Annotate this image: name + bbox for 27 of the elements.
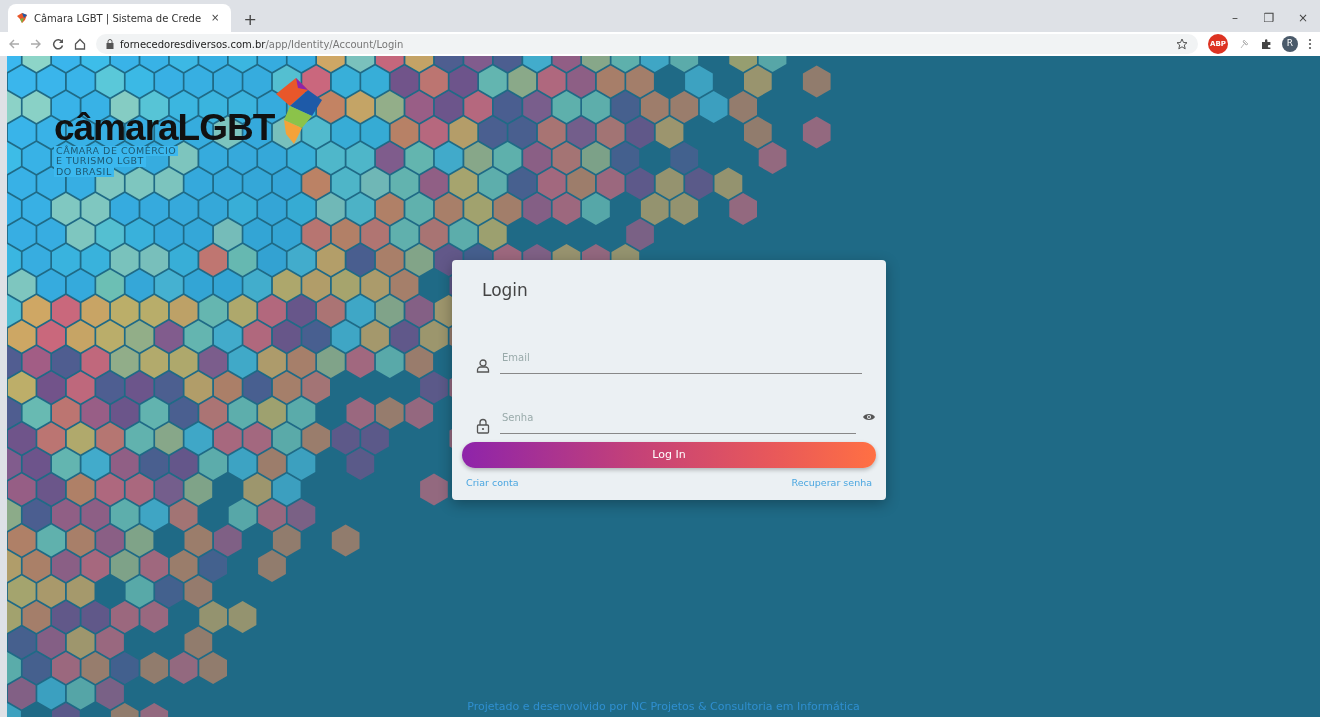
more-menu-icon[interactable]	[1308, 38, 1312, 50]
footer-credit: Projetado e desenvolvido por NC Projetos & Consultoria em Informática	[466, 698, 861, 715]
browser-tab[interactable]: Câmara LGBT | Sistema de Crede ×	[8, 4, 232, 32]
eye-icon[interactable]	[862, 412, 876, 423]
new-tab-button[interactable]: +	[239, 12, 261, 28]
tab-title: Câmara LGBT | Sistema de Crede	[34, 11, 202, 26]
email-field[interactable]: Email	[500, 346, 862, 375]
home-icon[interactable]	[74, 38, 86, 50]
window-control-button[interactable]: ×	[1286, 12, 1320, 24]
reload-icon[interactable]	[52, 38, 64, 50]
window-control-button[interactable]: ❐	[1252, 12, 1286, 24]
logo-subtitle: E TURISMO LGBT	[54, 156, 146, 167]
lock-icon	[106, 39, 114, 49]
logo-subtitle: CÂMARA DE COMÉRCIO	[54, 146, 179, 157]
star-icon[interactable]	[1176, 38, 1188, 50]
password-field[interactable]: Senha	[500, 406, 856, 435]
login-button[interactable]: Log In	[462, 442, 876, 468]
profile-avatar-button[interactable]: R	[1282, 36, 1298, 52]
puzzle-piece-icon[interactable]	[1260, 38, 1272, 50]
logo-wordmark: câmaraLGBT	[54, 109, 275, 146]
person-icon	[476, 358, 490, 375]
favicon-icon	[16, 12, 28, 24]
logo-subtitle: DO BRASIL	[54, 166, 114, 178]
tab-close-button[interactable]: ×	[207, 13, 224, 23]
login-title: Login	[482, 280, 529, 301]
lock-icon	[476, 418, 490, 435]
window-control-button[interactable]: –	[1218, 12, 1252, 24]
